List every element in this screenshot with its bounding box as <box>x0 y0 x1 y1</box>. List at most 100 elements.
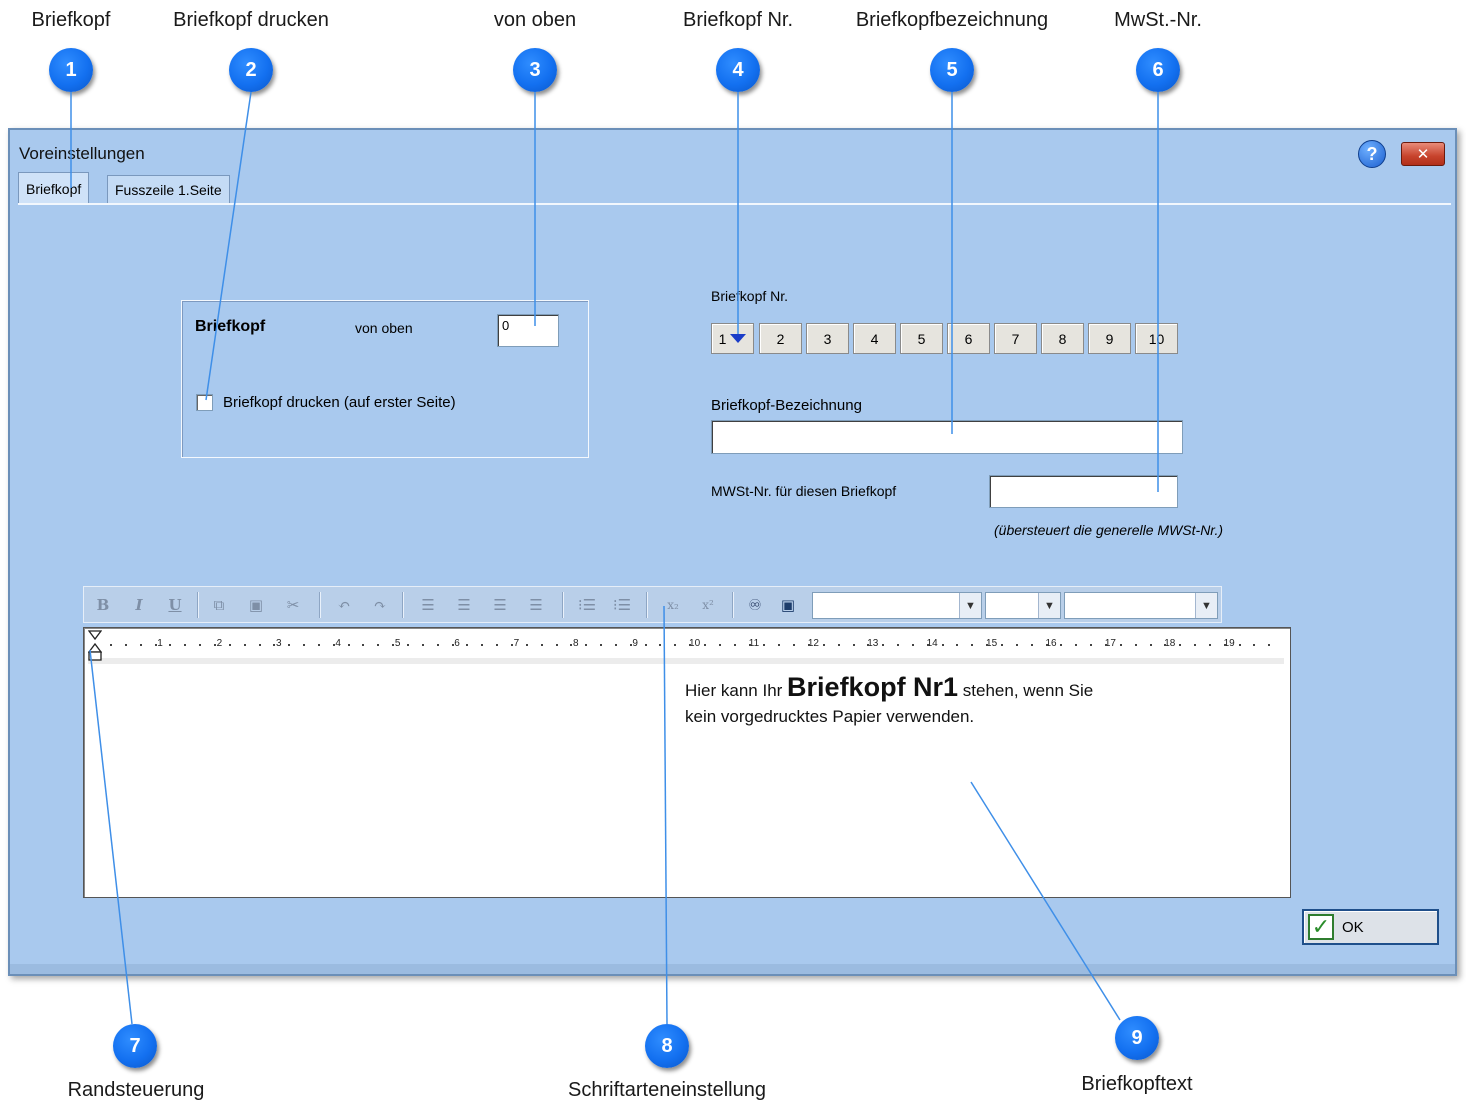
ruler-number: 1 <box>157 638 163 649</box>
ruler-tick <box>228 644 231 646</box>
ruler-tick <box>555 644 558 646</box>
ruler-tick <box>1253 644 1256 646</box>
briefkopf-nr-button-6[interactable]: 6 <box>947 323 990 354</box>
bullet-list-icon[interactable]: ⁝☰ <box>576 593 598 617</box>
ok-button[interactable]: ✓ OK <box>1302 909 1439 945</box>
ruler-tick <box>911 644 914 646</box>
numbered-list-icon[interactable]: ⁝☰ <box>611 593 633 617</box>
von-oben-input[interactable]: 0 <box>497 314 559 347</box>
chevron-down-icon[interactable]: ▼ <box>959 593 981 618</box>
ruler-tick <box>822 644 825 646</box>
ruler-tick <box>704 644 706 646</box>
ruler-tick <box>466 644 469 646</box>
ruler-tick <box>1060 644 1063 646</box>
ruler-tick <box>1075 644 1078 646</box>
chevron-down-icon[interactable]: ▼ <box>1195 593 1217 618</box>
ruler-number: 9 <box>632 638 638 649</box>
ruler-tick <box>525 644 528 646</box>
ruler[interactable]: 1 2 3 4 5 6 7 8 9 10 11 12 13 14 15 16 17 18 19 <box>88 630 1284 664</box>
close-button[interactable]: ✕ <box>1401 142 1445 166</box>
briefkopf-nr-button-8[interactable]: 8 <box>1041 323 1084 354</box>
margin-marker-icon[interactable] <box>88 630 102 664</box>
insert-field-icon[interactable]: ▣ <box>777 593 799 617</box>
briefkopf-nr-button-10[interactable]: 10 <box>1135 323 1178 354</box>
underline-icon[interactable]: U <box>164 593 186 617</box>
bezeichnung-label: Briefkopf-Bezeichnung <box>711 397 862 414</box>
briefkopf-nr-button-5[interactable]: 5 <box>900 323 943 354</box>
ruler-tick <box>258 644 261 646</box>
ruler-tick <box>199 644 202 646</box>
ruler-tick <box>971 644 974 646</box>
ruler-tick <box>1149 644 1152 646</box>
subscript-icon[interactable]: x₂ <box>662 593 684 617</box>
ruler-tick <box>1194 644 1197 646</box>
ruler-tick <box>540 644 543 646</box>
briefkopf-nr-button-1[interactable]: 1 <box>711 323 754 354</box>
font-size-select[interactable]: ▼ <box>985 592 1061 619</box>
status-strip <box>10 964 1455 974</box>
bezeichnung-input[interactable] <box>711 420 1183 454</box>
superscript-icon[interactable]: x² <box>697 593 719 617</box>
ruler-tick <box>496 644 499 646</box>
tab-briefkopf[interactable]: Briefkopf <box>18 172 90 205</box>
cut-icon[interactable]: ✂ <box>282 593 304 617</box>
undo-icon[interactable]: ↶ <box>333 593 355 617</box>
align-center-icon[interactable]: ☰ <box>453 593 475 617</box>
ruler-tick <box>718 644 721 646</box>
toolbar-separator <box>646 592 647 618</box>
justify-icon[interactable]: ☰ <box>525 593 547 617</box>
redo-icon[interactable]: ↷ <box>369 593 391 617</box>
callout-label-6: MwSt.-Nr. <box>1114 9 1202 31</box>
callout-badge-9: 9 <box>1115 1016 1159 1060</box>
ruler-tick <box>124 644 127 646</box>
ruler-tick <box>317 644 320 646</box>
ruler-number: 8 <box>573 638 579 649</box>
ruler-tick <box>154 644 157 646</box>
ruler-tick <box>1119 644 1122 646</box>
help-button[interactable]: ? <box>1358 140 1386 168</box>
ruler-tick <box>837 644 840 646</box>
briefkopf-text-editor[interactable]: 1 2 3 4 5 6 7 8 9 10 11 12 13 14 15 16 17 18 19 Hier kann … <box>83 627 1291 898</box>
callout-label-5: Briefkopfbezeichnung <box>855 9 1049 31</box>
toolbar-separator <box>197 592 198 618</box>
find-icon[interactable]: ♾ <box>744 593 766 617</box>
briefkopf-nr-button-7[interactable]: 7 <box>994 323 1037 354</box>
callout-badge-6: 6 <box>1136 48 1180 92</box>
print-briefkopf-label: Briefkopf drucken (auf erster Seite) <box>223 394 456 411</box>
ruler-tick <box>481 644 484 646</box>
briefkopf-heading: Briefkopf <box>195 318 266 335</box>
align-right-icon[interactable]: ☰ <box>489 593 511 617</box>
toolbar-separator <box>402 592 403 618</box>
briefkopf-text: Hier kann Ihr Briefkopf Nr1 stehen, wenn… <box>685 674 1093 730</box>
ruler-tick <box>926 644 929 646</box>
briefkopf-nr-button-9[interactable]: 9 <box>1088 323 1131 354</box>
font-name-select[interactable]: ▼ <box>812 592 982 619</box>
chevron-down-icon[interactable]: ▼ <box>1038 593 1060 618</box>
callout-label-1: Briefkopf <box>31 9 111 31</box>
ruler-tick <box>1238 644 1241 646</box>
bold-icon[interactable]: B <box>92 593 114 617</box>
align-left-icon[interactable]: ☰ <box>417 593 439 617</box>
paste-icon[interactable]: ▣ <box>245 593 267 617</box>
ruler-tick <box>629 644 632 646</box>
ruler-tick <box>852 644 855 646</box>
ruler-tick <box>941 644 944 646</box>
italic-icon[interactable]: I <box>128 593 150 617</box>
briefkopf-nr-button-3[interactable]: 3 <box>806 323 849 354</box>
font-color-select[interactable]: ▼ <box>1064 592 1218 619</box>
briefkopf-nr-button-label: 1 <box>718 330 727 347</box>
ruler-tick <box>956 644 959 646</box>
briefkopf-nr-button-4[interactable]: 4 <box>853 323 896 354</box>
callout-badge-4: 4 <box>716 48 760 92</box>
ruler-tick <box>213 644 216 646</box>
copy-icon[interactable]: ⧉ <box>208 593 230 617</box>
callout-badge-5: 5 <box>930 48 974 92</box>
ruler-tick <box>362 644 365 646</box>
ruler-tick <box>689 644 692 646</box>
briefkopf-nr-button-2[interactable]: 2 <box>759 323 802 354</box>
print-briefkopf-checkbox[interactable] <box>196 394 213 411</box>
tab-fusszeile[interactable]: Fusszeile 1.Seite <box>107 175 230 203</box>
ruler-tick <box>243 644 246 646</box>
dialog-title: Voreinstellungen <box>19 144 145 163</box>
mwst-input[interactable] <box>989 475 1178 508</box>
